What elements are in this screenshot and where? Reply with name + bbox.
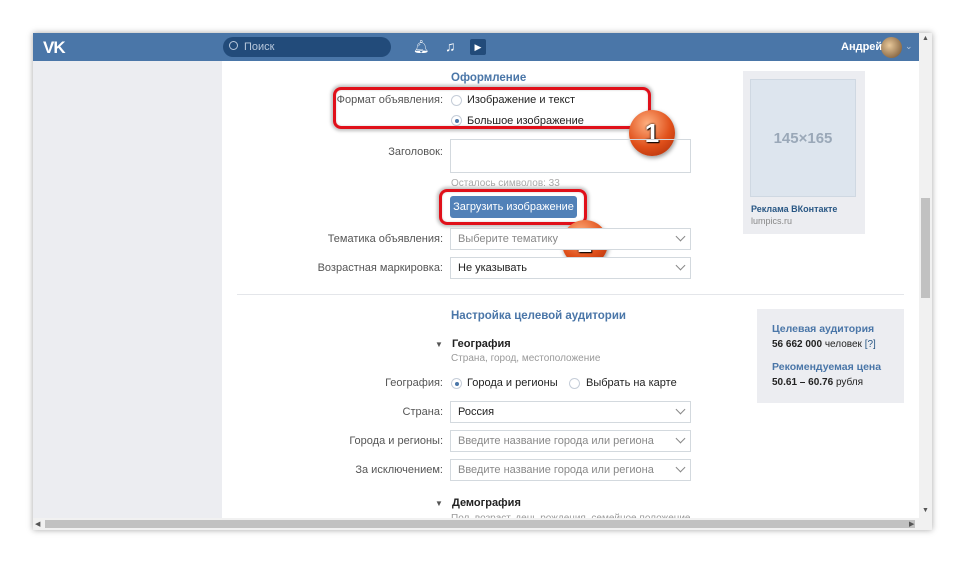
chevron-down-icon [675, 404, 686, 415]
geo-section: ▼ География [435, 338, 511, 350]
except-label: За исключением: [355, 464, 443, 476]
price-range: 50.61 – 60.76 [772, 377, 834, 388]
heading-input[interactable] [450, 139, 691, 173]
country-select[interactable]: Россия [450, 401, 691, 423]
age-select[interactable]: Не указывать [450, 257, 691, 279]
preview-domain: lumpics.ru [751, 216, 793, 226]
geo-option-cities[interactable]: Города и регионы [467, 377, 558, 389]
triangle-down-icon[interactable]: ▼ [435, 340, 443, 349]
image-placeholder: 145×165 [750, 79, 856, 197]
country-label: Страна: [402, 406, 443, 418]
search-input[interactable]: Поиск [223, 37, 391, 57]
highlight-box-2 [439, 189, 587, 225]
chevron-down-icon [675, 260, 686, 271]
top-bar: VK Поиск 🔔︎ ♫ ▶ Андрей ⌄ [33, 33, 919, 61]
browser-window: VK Поиск 🔔︎ ♫ ▶ Андрей ⌄ Оформление Форм… [33, 33, 932, 530]
vertical-scroll-thumb[interactable] [921, 198, 930, 298]
scroll-down-icon[interactable]: ▼ [922, 507, 929, 514]
chevron-down-icon[interactable]: ⌄ [905, 41, 913, 52]
age-value: Не указывать [458, 262, 527, 274]
demo-section-title[interactable]: Демография [452, 497, 521, 509]
cities-label: Города и регионы: [349, 435, 443, 447]
search-icon [229, 41, 238, 50]
except-select[interactable]: Введите название города или региона [450, 459, 691, 481]
chevron-down-icon [675, 433, 686, 444]
cities-placeholder: Введите название города или региона [458, 435, 654, 447]
vertical-scrollbar[interactable]: ▲ ▼ [919, 33, 932, 518]
topic-label: Тематика объявления: [327, 233, 443, 245]
country-value: Россия [458, 406, 495, 418]
audience-stats: Целевая аудитория 56 662 000 человек [?]… [757, 309, 904, 403]
scroll-left-icon[interactable]: ◀ [35, 520, 40, 528]
geo-option-map[interactable]: Выбрать на карте [586, 377, 677, 389]
geo-radio-map[interactable] [569, 378, 580, 389]
horizontal-scrollbar[interactable]: ◀ ▶ [33, 518, 932, 530]
heading-label: Заголовок: [388, 146, 443, 158]
demo-section: ▼ Демография [435, 497, 521, 509]
search-placeholder: Поиск [244, 41, 275, 53]
help-link[interactable]: [?] [865, 339, 876, 350]
preview-title: Реклама ВКонтакте [751, 204, 838, 214]
geo-desc: Страна, город, местоположение [451, 353, 601, 364]
design-title: Оформление [451, 72, 527, 84]
geo-label: География: [385, 377, 443, 389]
target-title: Целевая аудитория [772, 323, 875, 335]
price-title: Рекомендуемая цена [772, 361, 882, 373]
avatar[interactable] [881, 37, 902, 58]
price-unit: рубля [835, 377, 864, 388]
vk-logo[interactable]: VK [43, 38, 66, 58]
topic-select[interactable]: Выберите тематику [450, 228, 691, 250]
geo-section-title[interactable]: География [452, 338, 511, 350]
target-unit: человек [824, 339, 862, 350]
triangle-down-icon[interactable]: ▼ [435, 499, 443, 508]
target-count: 56 662 000 [772, 339, 823, 350]
bell-icon[interactable]: 🔔︎ [413, 39, 430, 55]
play-icon[interactable]: ▶ [470, 39, 486, 55]
left-sidebar [33, 61, 222, 518]
chars-left: Осталось символов: 33 [451, 178, 560, 189]
topic-placeholder: Выберите тематику [458, 233, 558, 245]
user-name[interactable]: Андрей [841, 41, 882, 53]
chevron-down-icon [675, 462, 686, 473]
audience-title: Настройка целевой аудитории [451, 310, 626, 322]
scroll-right-icon[interactable]: ▶ [909, 520, 914, 528]
music-icon[interactable]: ♫ [445, 38, 456, 54]
horizontal-scroll-thumb[interactable] [45, 520, 915, 528]
cities-select[interactable]: Введите название города или региона [450, 430, 691, 452]
chevron-down-icon [675, 231, 686, 242]
highlight-box-1 [333, 87, 651, 129]
divider [237, 294, 904, 295]
scroll-up-icon[interactable]: ▲ [922, 35, 929, 42]
except-placeholder: Введите название города или региона [458, 464, 654, 476]
age-label: Возрастная маркировка: [317, 262, 443, 274]
ad-preview: 145×165 Реклама ВКонтакте lumpics.ru [743, 71, 865, 234]
geo-radio-cities[interactable] [451, 378, 462, 389]
